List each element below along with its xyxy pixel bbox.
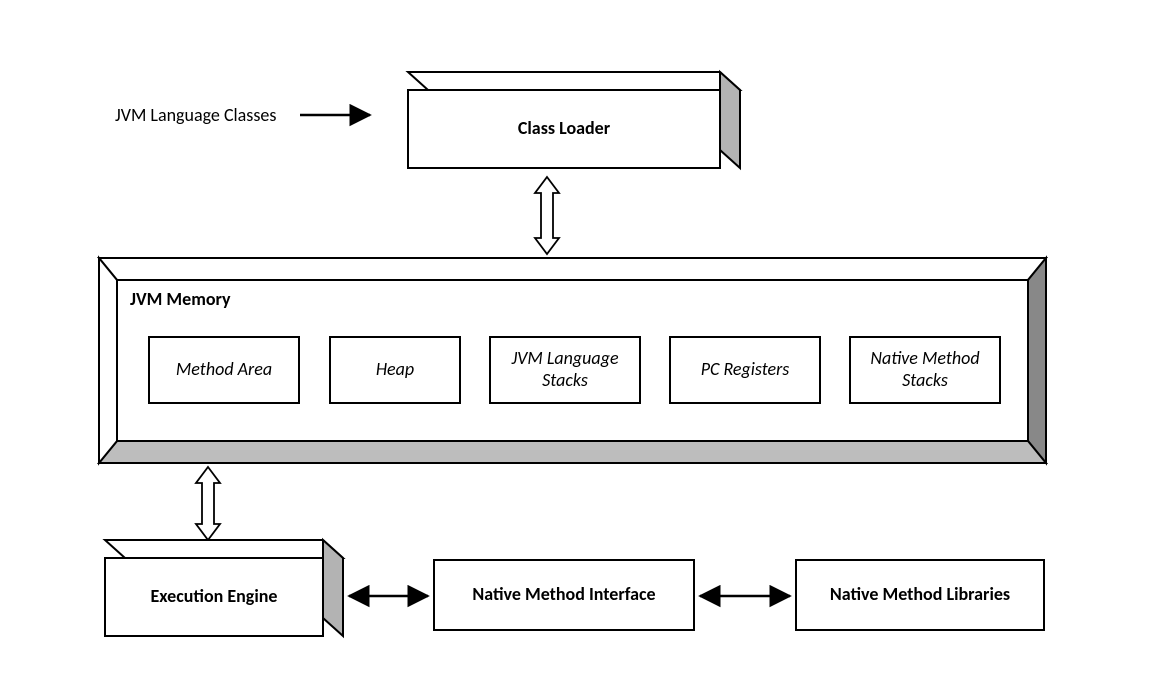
memory-area-method: Method Area [149,337,299,403]
input-label: JVM Language Classes [115,104,276,126]
memory-area-lang-stacks: JVM Language Stacks [490,337,640,403]
memory-area-native-stacks: Native Method Stacks [850,337,1000,403]
jvm-architecture-diagram: JVM Language Classes Class Loader JVM Me… [0,0,1152,698]
memory-area-pc-registers: PC Registers [670,337,820,403]
memory-area-heap: Heap [330,337,460,403]
jvm-memory-title: JVM Memory [130,288,231,310]
class-loader-box-label: Class Loader [408,90,720,168]
execution-engine-box-label: Execution Engine [105,558,323,636]
native-method-libraries-box-label: Native Method Libraries [796,560,1044,630]
native-method-interface-box-label: Native Method Interface [434,560,694,630]
